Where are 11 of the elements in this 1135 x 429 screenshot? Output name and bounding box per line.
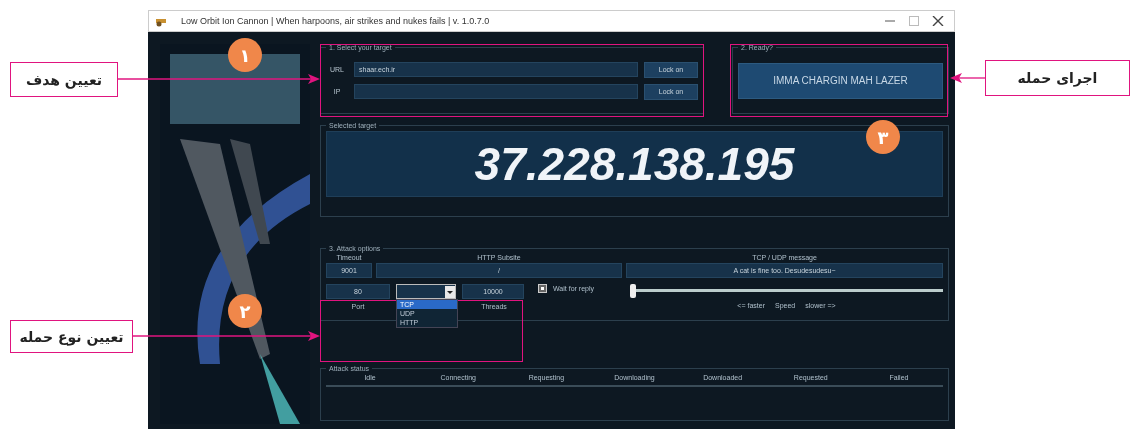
slider-thumb[interactable] xyxy=(630,284,636,298)
checkbox[interactable] xyxy=(538,284,547,293)
method-dropdown[interactable] xyxy=(396,284,456,299)
input-field[interactable] xyxy=(354,84,638,99)
window-title: Low Orbit Ion Cannon | When harpoons, air strikes and nukes fails | v. 1.0.7.0 xyxy=(181,16,490,26)
fire-button[interactable]: IMMA CHARGIN MAH LAZER xyxy=(738,62,943,99)
callout-label: اجرای حمله xyxy=(985,60,1130,96)
close-icon[interactable] xyxy=(932,16,944,26)
callout-arrow xyxy=(950,72,985,84)
callout-label: تعیین نوع حمله xyxy=(10,320,133,353)
callout-label: تعیین هدف xyxy=(10,62,118,97)
